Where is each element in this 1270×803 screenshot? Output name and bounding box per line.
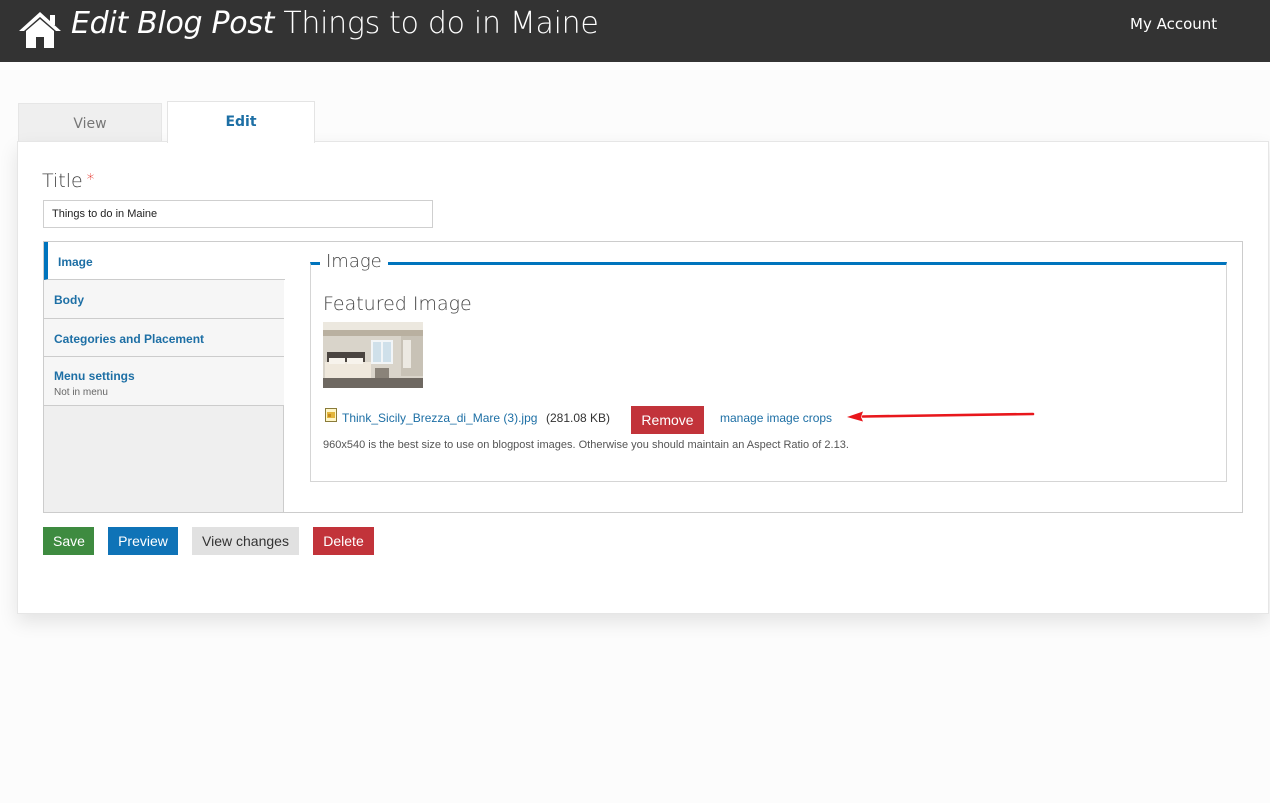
- image-fieldset: Image Featured Image Think_Sicily_Brezza…: [310, 251, 1227, 482]
- manage-image-crops-link[interactable]: manage image crops: [720, 411, 832, 425]
- vertical-tab-label: Body: [54, 293, 84, 307]
- page-title-name: Things to do in Maine: [283, 6, 599, 41]
- vertical-tab-menu-settings[interactable]: Menu settings Not in menu: [44, 357, 284, 406]
- image-file-size: (281.08 KB): [546, 411, 611, 425]
- vertical-tabs-menu: Image Body Categories and Placement Menu…: [44, 242, 285, 512]
- vertical-tab-summary: Not in menu: [54, 387, 108, 398]
- featured-image-thumbnail: [323, 322, 423, 388]
- image-help-text: 960x540 is the best size to use on blogp…: [323, 439, 849, 451]
- my-account-link[interactable]: My Account: [1130, 15, 1217, 33]
- vertical-tab-image[interactable]: Image: [44, 242, 285, 280]
- title-label: Title *: [42, 170, 94, 192]
- vertical-tab-label: Menu settings: [54, 369, 135, 383]
- vertical-tab-label: Image: [58, 255, 93, 269]
- vertical-tab-categories[interactable]: Categories and Placement: [44, 319, 284, 357]
- delete-button[interactable]: Delete: [313, 527, 374, 555]
- tab-edit[interactable]: Edit: [167, 101, 315, 143]
- tab-view[interactable]: View: [18, 103, 162, 143]
- vertical-tab-body[interactable]: Body: [44, 280, 284, 319]
- image-fieldset-legend: Image: [320, 251, 388, 272]
- file-image-icon: [325, 408, 337, 422]
- preview-button[interactable]: Preview: [108, 527, 178, 555]
- vertical-tab-label: Categories and Placement: [54, 332, 205, 346]
- page-title-type: Edit Blog Post: [71, 6, 275, 41]
- remove-image-button[interactable]: Remove: [631, 406, 704, 434]
- view-changes-button[interactable]: View changes: [192, 527, 299, 555]
- arrow-annotation: [847, 411, 1035, 422]
- featured-image-label: Featured Image: [323, 293, 472, 315]
- home-icon[interactable]: [18, 10, 62, 50]
- title-input[interactable]: [43, 200, 433, 228]
- save-button[interactable]: Save: [43, 527, 94, 555]
- title-label-text: Title: [42, 170, 83, 192]
- required-marker: *: [86, 170, 95, 188]
- page-title: Edit Blog Post Things to do in Maine: [71, 6, 599, 41]
- vertical-tabs: Image Body Categories and Placement Menu…: [43, 241, 1243, 513]
- image-file-link[interactable]: Think_Sicily_Brezza_di_Mare (3).jpg: [342, 411, 537, 425]
- top-bar: Edit Blog Post Things to do in Maine My …: [0, 0, 1270, 62]
